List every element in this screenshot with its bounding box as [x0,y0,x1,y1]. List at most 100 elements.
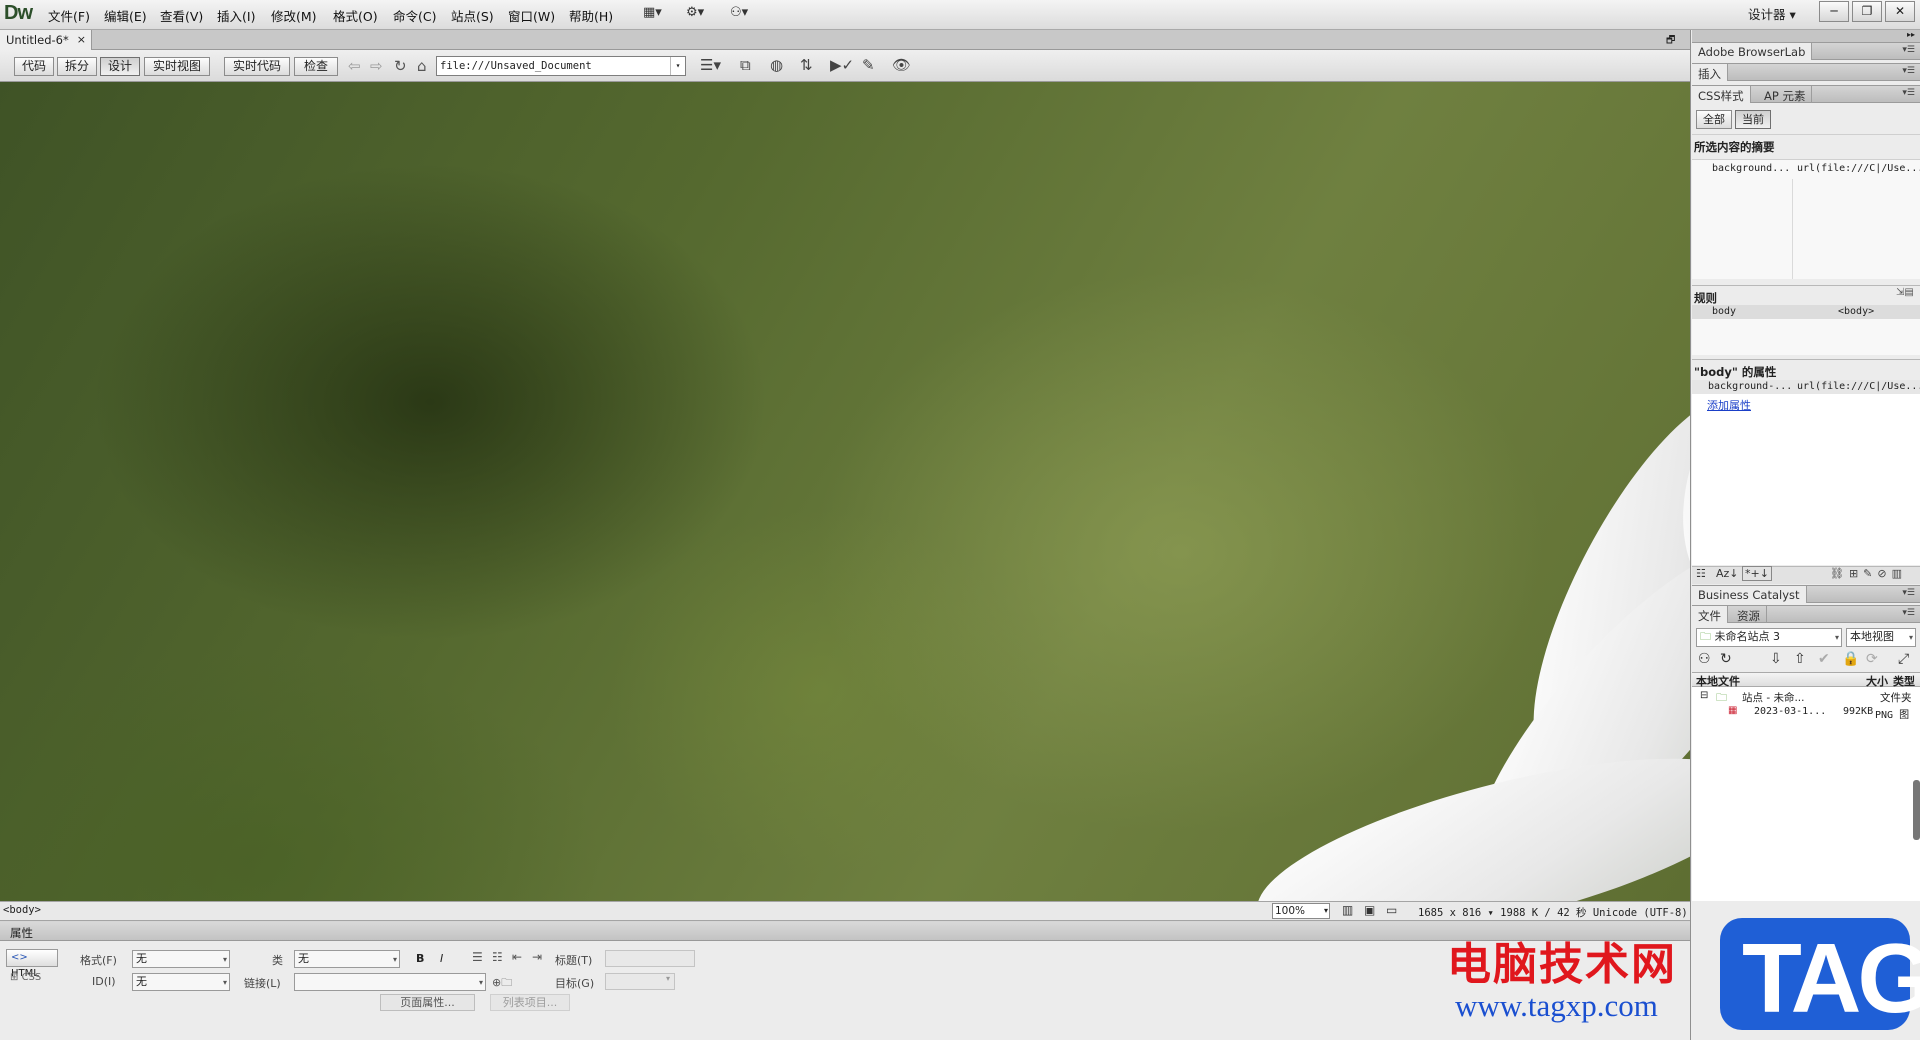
id-select[interactable]: 无 ▾ [132,973,230,991]
menu-help[interactable]: 帮助(H) [569,6,613,25]
target-select[interactable]: ▾ [605,973,675,990]
category-view-icon[interactable]: ☷ [1696,567,1706,580]
all-mode-button[interactable]: 全部 [1696,110,1732,129]
inspect-button[interactable]: 检查 [294,57,338,76]
italic-button[interactable]: I [440,952,443,965]
panel-menu-icon[interactable]: ▾☰ [1902,588,1915,598]
ordered-list-icon[interactable]: ☷ [492,950,503,964]
close-button[interactable]: ✕ [1885,1,1915,22]
design-view-button[interactable]: 设计 [100,57,140,76]
preview-browser-icon[interactable]: ◍ [770,56,783,74]
expand-icon[interactable]: ⤢ [1898,651,1909,667]
view-select[interactable]: 本地视图 ▾ [1846,628,1916,647]
check-in-icon[interactable]: 🔒 [1842,651,1859,667]
visual-aids-icon[interactable]: 👁 [892,56,911,74]
outdent-icon[interactable]: ⇤ [512,950,522,964]
add-property-link[interactable]: 添加属性 [1707,397,1751,413]
collapse-icon[interactable]: ▸▸ [1692,30,1920,42]
assets-tab[interactable]: 资源 [1731,606,1767,623]
file-management-icon[interactable]: ⇅ [800,56,813,74]
w3c-validation-icon[interactable]: ▶✓ [830,56,854,74]
settings-icon[interactable]: ⚙▾ [686,5,704,20]
panel-menu-icon[interactable]: ▾☰ [1902,45,1915,55]
live-code-button[interactable]: 实时代码 [224,57,290,76]
layout-icon[interactable]: ▦▾ [643,5,662,20]
business-catalyst-header[interactable]: Business Catalyst ▾☰ [1692,585,1920,603]
document-tab[interactable]: Untitled-6* × [0,30,92,50]
menu-commands[interactable]: 命令(C) [393,6,436,25]
files-tab[interactable]: 文件 [1692,606,1728,623]
panel-menu-icon[interactable]: ▾☰ [1902,608,1915,618]
check-compat-icon[interactable]: ✎ [862,56,875,74]
multiscreen-icon[interactable]: ⧉ [740,56,751,74]
page-options-icon[interactable]: ☰▾ [700,56,721,74]
rule-view-icons[interactable]: ⇲▤ [1896,287,1914,298]
desktop-size-icon[interactable]: ▭ [1386,903,1397,917]
alpha-view-icon[interactable]: Az↓ [1716,567,1739,580]
tree-toggle-icon[interactable]: ⊟ [1700,690,1708,701]
refresh-icon[interactable]: ↻ [394,57,407,75]
format-select[interactable]: 无 ▾ [132,950,230,968]
tablet-size-icon[interactable]: ▣ [1364,903,1375,917]
site-select[interactable]: 🗀 未命名站点 3 ▾ [1696,628,1842,647]
insert-panel-header[interactable]: 插入 ▾☰ [1692,63,1920,81]
list-item-button[interactable]: 列表项目... [490,994,570,1011]
set-properties-icon[interactable]: *+↓ [1742,566,1772,581]
css-styles-tab[interactable]: CSS样式 [1692,86,1751,103]
refresh-icon[interactable]: ↻ [1720,651,1732,667]
summary-property[interactable]: background... [1712,163,1790,174]
footer-action-icons[interactable]: ⛓⊞✎⊘▥ [1830,567,1907,580]
menu-insert[interactable]: 插入(I) [217,6,255,25]
back-arrow-icon[interactable]: ⇦ [348,57,361,75]
restore-icon[interactable]: 🗗 [1666,33,1675,50]
splitter[interactable] [1692,285,1920,286]
class-select[interactable]: 无 ▾ [294,950,400,968]
check-out-icon[interactable]: ✔ [1818,651,1830,667]
menu-site[interactable]: 站点(S) [451,6,494,25]
connect-icon[interactable]: ⚇ [1698,651,1711,667]
close-icon[interactable]: × [77,33,86,46]
panel-menu-icon[interactable]: ▾☰ [1902,66,1915,76]
tag-selector[interactable]: <body> [3,904,41,916]
unordered-list-icon[interactable]: ☰ [472,950,483,964]
workspace-switcher[interactable]: 设计器 ▾ [1748,4,1796,23]
menu-window[interactable]: 窗口(W) [508,6,555,25]
link-input[interactable]: ▾ [294,973,486,991]
page-properties-button[interactable]: 页面属性... [380,994,475,1011]
browserlab-tab[interactable]: Adobe BrowserLab [1692,43,1813,60]
indent-icon[interactable]: ⇥ [532,950,542,964]
sync-icon[interactable]: ⟳ [1866,651,1878,667]
file-name[interactable]: 2023-03-1... [1754,706,1826,717]
menu-edit[interactable]: 编辑(E) [104,6,147,25]
insert-tab[interactable]: 插入 [1692,64,1728,81]
title-input[interactable] [605,950,695,967]
restore-button[interactable]: ❐ [1852,1,1882,22]
point-to-file-icon[interactable]: ⊕🗀 [492,974,512,993]
live-view-button[interactable]: 实时视图 [144,57,210,76]
menu-view[interactable]: 查看(V) [160,6,203,25]
home-icon[interactable]: ⌂ [417,57,427,75]
get-files-icon[interactable]: ⇩ [1770,651,1782,667]
scroll-handle[interactable] [1913,780,1920,840]
current-mode-button[interactable]: 当前 [1735,110,1771,129]
browserlab-panel-header[interactable]: Adobe BrowserLab ▾☰ [1692,42,1920,60]
chevron-down-icon[interactable]: ▾ [670,57,685,75]
site-root-name[interactable]: 站点 - 未命... [1742,690,1804,705]
minimize-button[interactable]: ─ [1819,1,1849,22]
panel-menu-icon[interactable]: ▾☰ [1902,88,1915,98]
code-view-button[interactable]: 代码 [14,57,54,76]
ap-elements-tab[interactable]: AP 元素 [1758,86,1813,103]
bold-button[interactable]: B [416,952,424,965]
menu-file[interactable]: 文件(F) [48,6,90,25]
window-size-icon[interactable]: ▥ [1342,903,1353,917]
zoom-select[interactable]: 100% ▾ [1272,903,1330,919]
splitter[interactable] [1692,359,1920,360]
html-mode-button[interactable]: <> HTML [6,949,58,979]
menu-format[interactable]: 格式(O) [333,6,378,25]
address-input[interactable]: file:///Unsaved_Document ▾ [436,56,686,76]
split-view-button[interactable]: 拆分 [57,57,97,76]
design-canvas[interactable] [0,82,1690,901]
menu-modify[interactable]: 修改(M) [271,6,317,25]
site-sync-icon[interactable]: ⚇▾ [730,5,748,20]
forward-arrow-icon[interactable]: ⇨ [370,57,383,75]
